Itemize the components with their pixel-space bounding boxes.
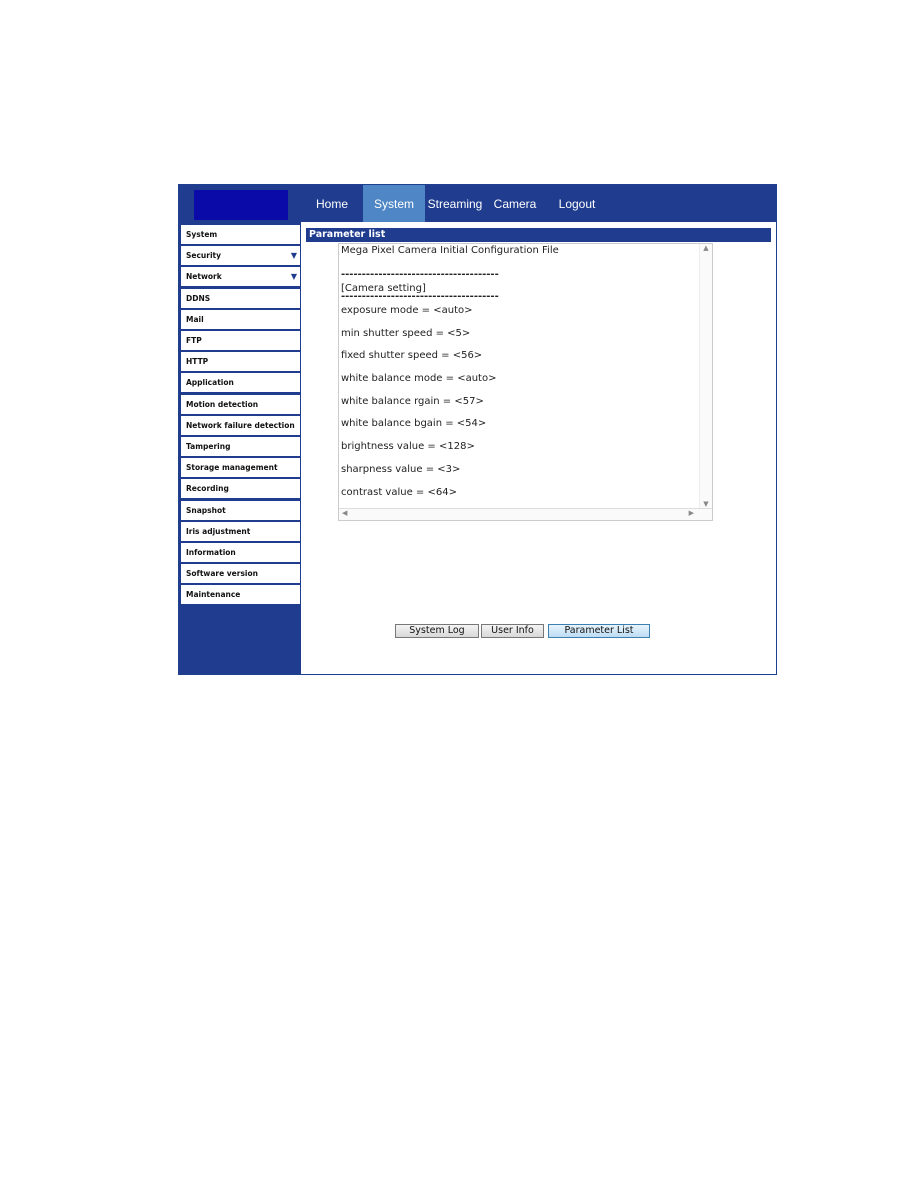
sidebar-item-label: Tampering xyxy=(186,442,231,451)
sidebar-item-label: Application xyxy=(186,378,234,388)
top-nav-bar: Home System Streaming Camera Logout xyxy=(179,185,776,222)
vertical-scrollbar[interactable]: ▲ ▼ xyxy=(699,244,712,510)
scroll-right-icon[interactable]: ▶ xyxy=(689,509,694,517)
scroll-down-icon[interactable]: ▼ xyxy=(700,500,712,508)
sidebar-item-label: Snapshot xyxy=(186,505,226,515)
sidebar-item-ftp[interactable]: FTP xyxy=(181,331,300,350)
sidebar-item-label: Software version xyxy=(186,569,258,579)
parameter-line: sharpness value = <3> xyxy=(341,463,461,475)
scroll-left-icon[interactable]: ◀ xyxy=(342,509,347,517)
sidebar: System Security ▼ Network ▼ DDNS Mail FTP HTTP Ap… xyxy=(179,222,301,674)
nav-streaming[interactable]: Streaming xyxy=(425,185,485,222)
sidebar-item-network-failure-detection[interactable]: Network failure detection xyxy=(181,415,300,435)
parameter-line: white balance mode = <auto> xyxy=(341,373,497,385)
parameter-line: exposure mode = <auto> xyxy=(341,305,473,316)
parameter-line: white balance rgain = <57> xyxy=(341,395,484,407)
sidebar-item-mail[interactable]: Mail xyxy=(181,309,300,329)
sidebar-item-tampering[interactable]: Tampering xyxy=(181,437,300,456)
sidebar-item-label: Information xyxy=(186,548,236,557)
sidebar-item-ddns[interactable]: DDNS xyxy=(181,288,300,308)
camera-web-ui: Home System Streaming Camera Logout System Se… xyxy=(178,184,777,675)
parameter-line: Mega Pixel Camera Initial Configuration … xyxy=(341,245,559,256)
sidebar-item-label: FTP xyxy=(186,336,202,345)
sidebar-item-system[interactable]: System xyxy=(181,225,300,244)
nav-home[interactable]: Home xyxy=(303,185,361,222)
sidebar-item-snapshot[interactable]: Snapshot xyxy=(181,500,300,520)
sidebar-item-network[interactable]: Network ▼ xyxy=(181,267,300,287)
chevron-down-icon: ▼ xyxy=(290,251,297,261)
sidebar-item-http[interactable]: HTTP xyxy=(181,352,300,372)
nav-camera[interactable]: Camera xyxy=(485,185,545,222)
sidebar-item-label: DDNS xyxy=(186,293,211,303)
sidebar-item-label: Motion detection xyxy=(186,399,259,409)
sidebar-item-label: Network xyxy=(186,272,222,282)
sidebar-item-label: System xyxy=(186,230,218,239)
system-log-button[interactable]: System Log xyxy=(395,624,479,638)
parameter-line: brightness value = <128> xyxy=(341,441,475,453)
logo xyxy=(194,190,288,220)
sidebar-item-label: Mail xyxy=(186,314,204,324)
parameter-line: fixed shutter speed = <56> xyxy=(341,350,483,362)
sidebar-item-label: Recording xyxy=(186,484,229,494)
sidebar-item-label: Iris adjustment xyxy=(186,526,251,536)
sidebar-item-storage-management[interactable]: Storage management xyxy=(181,458,300,478)
sidebar-item-information[interactable]: Information xyxy=(181,543,300,562)
sidebar-item-label: Storage management xyxy=(186,463,278,473)
parameter-line: min shutter speed = <5> xyxy=(341,327,471,339)
parameter-line: white balance bgain = <54> xyxy=(341,418,487,430)
sidebar-item-label: Network failure detection xyxy=(186,420,295,430)
sidebar-item-iris-adjustment[interactable]: Iris adjustment xyxy=(181,521,300,541)
panel-title: Parameter list xyxy=(306,228,771,242)
sidebar-item-label: Security xyxy=(186,251,222,261)
chevron-down-icon: ▼ xyxy=(290,272,297,282)
sidebar-item-application[interactable]: Application xyxy=(181,373,300,393)
parameter-list-textarea[interactable]: Mega Pixel Camera Initial Configuration … xyxy=(338,243,713,521)
sidebar-item-label: Maintenance xyxy=(186,590,241,600)
nav-logout[interactable]: Logout xyxy=(547,185,607,222)
sidebar-item-maintenance[interactable]: Maintenance xyxy=(181,585,300,605)
sidebar-item-software-version[interactable]: Software version xyxy=(181,564,300,584)
nav-system[interactable]: System xyxy=(363,185,425,222)
parameter-line: -------------------------------------- xyxy=(341,291,499,302)
scroll-up-icon[interactable]: ▲ xyxy=(700,244,712,252)
parameter-list-button[interactable]: Parameter List xyxy=(548,624,650,638)
horizontal-scrollbar[interactable]: ◀ ▶ xyxy=(339,508,712,520)
sidebar-item-security[interactable]: Security ▼ xyxy=(181,246,300,266)
parameter-line: contrast value = <64> xyxy=(341,486,457,498)
user-info-button[interactable]: User Info xyxy=(481,624,544,638)
sidebar-item-recording[interactable]: Recording xyxy=(181,479,300,499)
sidebar-item-motion-detection[interactable]: Motion detection xyxy=(181,394,300,414)
parameter-line: -------------------------------------- xyxy=(341,269,499,280)
sidebar-item-label: HTTP xyxy=(186,357,209,367)
